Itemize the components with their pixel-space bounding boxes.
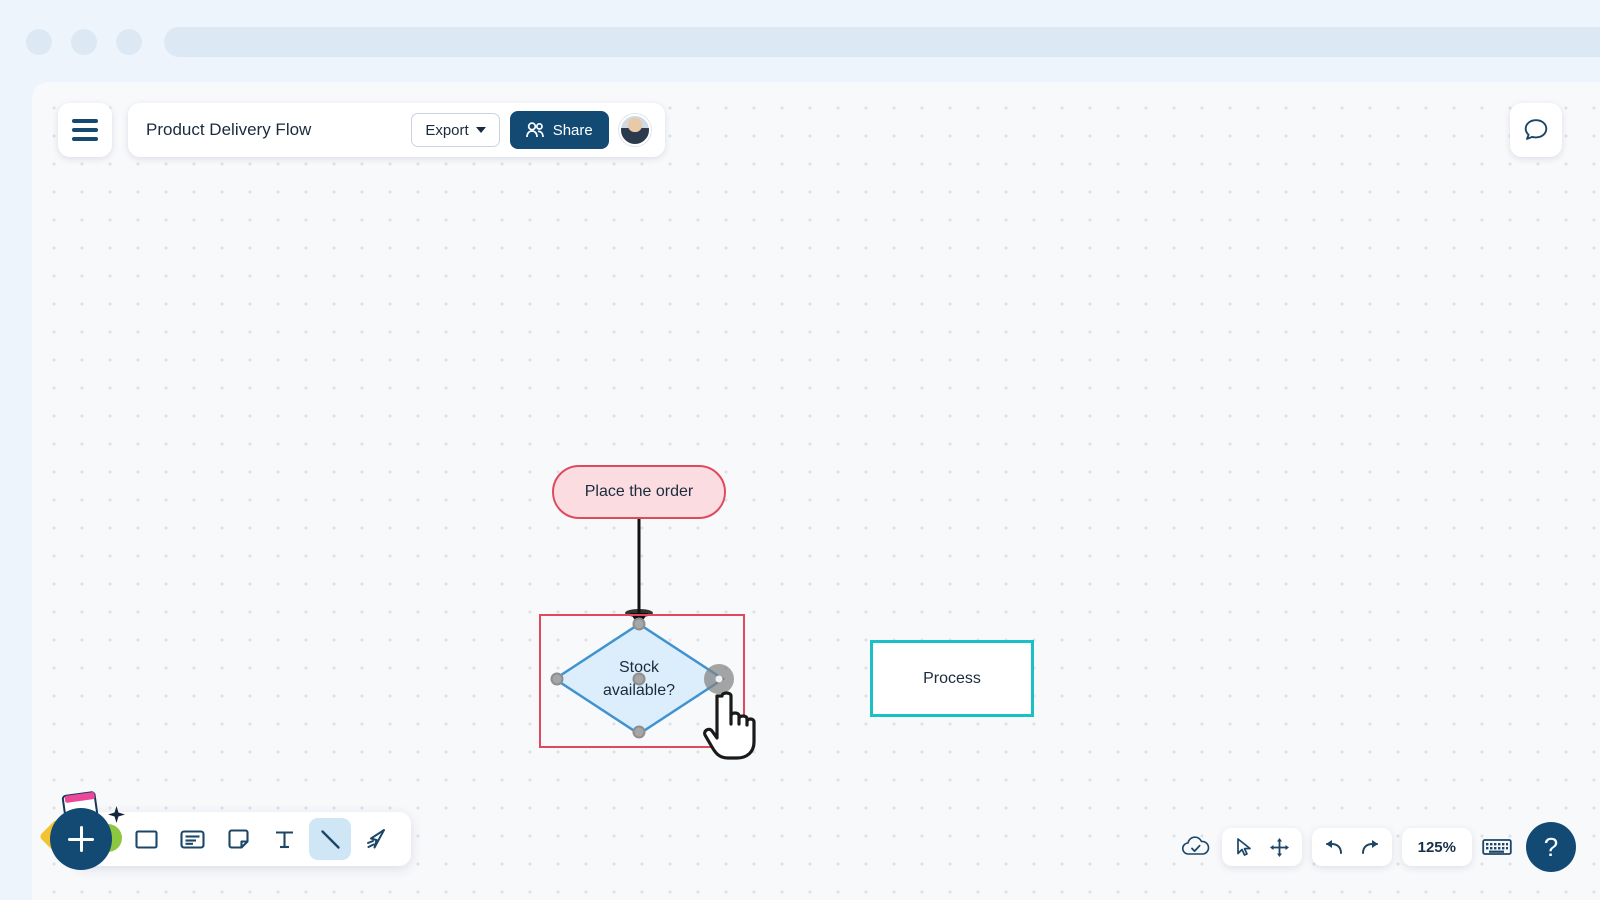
- tool-text[interactable]: [263, 818, 305, 860]
- comment-button[interactable]: [1510, 103, 1562, 157]
- tool-rectangle[interactable]: [125, 818, 167, 860]
- share-button[interactable]: Share: [509, 111, 609, 149]
- avatar[interactable]: [618, 114, 651, 146]
- add-shape-button[interactable]: [50, 808, 112, 870]
- chevron-down-icon: [475, 127, 486, 133]
- comment-bubble-icon: [1524, 119, 1548, 140]
- handle-bottom[interactable]: [632, 725, 646, 739]
- tool-pen[interactable]: [355, 818, 397, 860]
- shape-place-the-order[interactable]: Place the order: [552, 465, 726, 519]
- redo-icon: [1361, 840, 1378, 854]
- line-icon: [320, 829, 340, 849]
- window-dot-maximize[interactable]: [116, 29, 142, 55]
- redo-button[interactable]: [1353, 832, 1387, 862]
- page-title[interactable]: Product Delivery Flow: [146, 120, 401, 140]
- shape-toolbar: [73, 812, 411, 866]
- sticky-note-icon: [227, 828, 249, 849]
- tool-sticky-note[interactable]: [217, 818, 259, 860]
- shape-label: Place the order: [584, 483, 694, 500]
- window-dot-close[interactable]: [26, 29, 52, 55]
- shape-stock-available[interactable]: Stock available?: [550, 617, 734, 739]
- handle-right[interactable]: [704, 664, 734, 694]
- help-button[interactable]: ?: [1526, 822, 1576, 872]
- rectangle-icon: [134, 829, 158, 849]
- handle-left[interactable]: [550, 672, 564, 686]
- address-bar[interactable]: [164, 27, 1600, 57]
- history-group: [1311, 828, 1392, 866]
- text-icon: [275, 830, 293, 848]
- export-button-label: Export: [425, 121, 469, 139]
- app-root: Place the order Stock available? Process: [0, 0, 1600, 900]
- handle-center[interactable]: [632, 672, 646, 686]
- hamburger-icon-bar: [72, 137, 98, 141]
- pan-tool-button[interactable]: [1263, 832, 1297, 862]
- canvas-statusbar: 125% ?: [1180, 822, 1576, 872]
- shape-label: Process: [923, 669, 981, 687]
- window-dot-minimize[interactable]: [71, 29, 97, 55]
- share-button-label: Share: [552, 121, 593, 139]
- help-button-label: ?: [1543, 831, 1559, 862]
- cursor-arrow-icon: [1236, 838, 1251, 856]
- hamburger-icon-bar: [72, 128, 98, 132]
- tool-line[interactable]: [309, 818, 351, 860]
- users-icon: [525, 122, 544, 138]
- export-button[interactable]: Export: [411, 113, 500, 147]
- cloud-check-icon[interactable]: [1180, 835, 1212, 859]
- hamburger-icon-bar: [72, 119, 98, 123]
- menu-button[interactable]: [58, 103, 112, 157]
- browser-chrome: [0, 0, 1600, 82]
- pointer-mode-group: [1221, 828, 1302, 866]
- handle-top[interactable]: [632, 617, 646, 631]
- document-toolbar: Product Delivery Flow Export Share: [128, 103, 665, 157]
- undo-icon: [1325, 840, 1342, 854]
- select-tool-button[interactable]: [1227, 832, 1261, 862]
- card-icon: [179, 829, 205, 849]
- shape-process[interactable]: Process: [870, 640, 1034, 717]
- tool-card[interactable]: [171, 818, 213, 860]
- zoom-level-button[interactable]: 125%: [1401, 828, 1472, 866]
- keyboard-icon[interactable]: [1482, 836, 1512, 858]
- diagram-canvas[interactable]: Place the order Stock available? Process: [32, 82, 1600, 900]
- pen-icon: [367, 829, 385, 849]
- zoom-level-label: 125%: [1417, 838, 1456, 856]
- undo-button[interactable]: [1317, 832, 1351, 862]
- move-arrows-icon: [1270, 837, 1290, 857]
